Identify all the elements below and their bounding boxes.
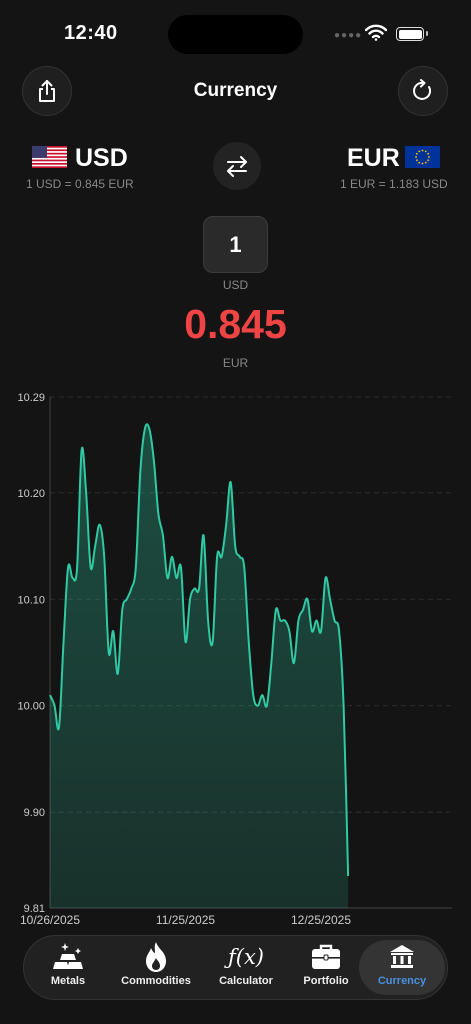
wifi-icon <box>365 24 387 41</box>
x-tick-label: 12/25/2025 <box>291 913 351 927</box>
flame-icon <box>143 940 169 974</box>
tab-label: Commodities <box>121 975 191 987</box>
gold-bars-icon <box>51 940 85 974</box>
y-tick-label: 10.29 <box>17 392 45 404</box>
y-tick-label: 10.10 <box>17 594 45 606</box>
eu-flag-icon[interactable] <box>405 146 440 168</box>
y-tick-label: 10.00 <box>17 701 45 713</box>
refresh-button[interactable] <box>398 66 448 116</box>
tab-metals[interactable]: Metals <box>32 940 104 995</box>
x-tick-label: 11/25/2025 <box>156 913 215 927</box>
tab-label: Currency <box>377 975 427 987</box>
tab-commodities[interactable]: Commodities <box>116 940 196 995</box>
refresh-icon <box>413 79 432 100</box>
tab-portfolio[interactable]: Portfolio <box>290 940 362 995</box>
y-tick-label: 9.90 <box>24 807 45 819</box>
tab-calculator[interactable]: ƒ(x) Calculator <box>208 940 284 995</box>
tab-label: Calculator <box>219 975 273 987</box>
x-tick-label: 10/26/2025 <box>20 913 80 927</box>
battery-icon <box>396 27 428 41</box>
y-tick-label: 10.20 <box>17 488 45 500</box>
amount-input[interactable]: 1 <box>203 216 268 273</box>
amount-currency-label: USD <box>222 278 249 292</box>
rate-area-fill <box>50 424 349 908</box>
function-icon: ƒ(x) <box>227 945 264 969</box>
rate-history-chart: 10.2910.2010.1010.009.909.8110/26/2025 11… <box>17 392 452 927</box>
from-currency-code[interactable]: USD <box>75 144 128 173</box>
swap-arrows-icon <box>227 156 247 177</box>
converted-value: 0.845 <box>184 301 287 347</box>
tab-label: Portfolio <box>303 975 349 987</box>
swap-currencies-button[interactable] <box>213 142 261 190</box>
dynamic-island <box>168 15 303 54</box>
tab-label: Metals <box>50 975 86 987</box>
bank-icon <box>388 940 416 974</box>
from-rate: 1 USD = 0.845 EUR <box>26 177 134 191</box>
to-currency-code[interactable]: EUR <box>347 144 400 173</box>
briefcase-icon <box>310 940 342 974</box>
us-flag-icon[interactable] <box>32 146 67 168</box>
converted-currency-label: EUR <box>222 356 249 370</box>
tab-bar: Metals Commodities ƒ(x) Calculator Portf… <box>23 935 448 1000</box>
tab-currency[interactable]: Currency <box>359 940 445 995</box>
to-rate: 1 EUR = 1.183 USD <box>340 177 448 191</box>
status-time: 12:40 <box>64 22 118 44</box>
cellular-signal-icon: ●●●● <box>334 30 363 41</box>
